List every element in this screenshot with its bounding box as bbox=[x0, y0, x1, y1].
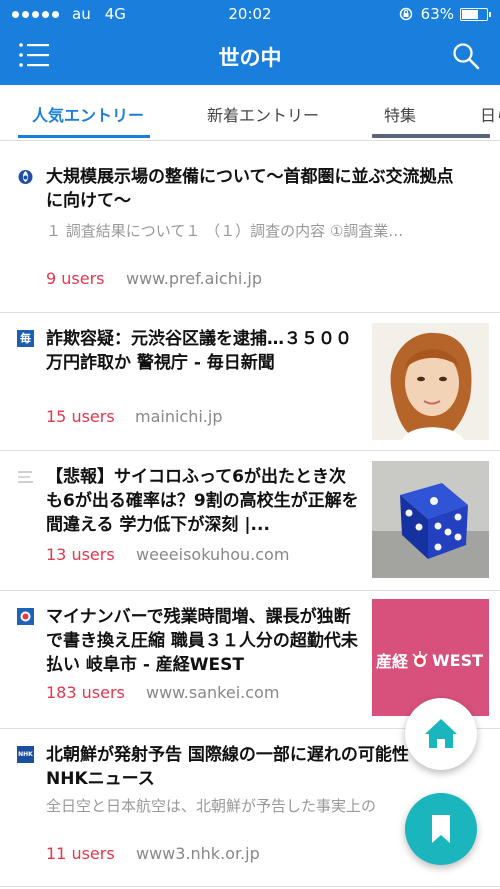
entry-thumbnail[interactable] bbox=[372, 323, 489, 440]
tab-features[interactable]: 特集 bbox=[384, 102, 416, 126]
bookmark-count[interactable]: 11 users bbox=[46, 844, 115, 863]
entry-snippet: １ 調査結果について１ （１）調査の内容 ①調査業… bbox=[46, 222, 404, 240]
battery-percent: 63% bbox=[420, 5, 454, 23]
bookmark-icon bbox=[432, 815, 450, 843]
bookmark-count[interactable]: 183 users bbox=[46, 683, 125, 702]
sankei-logo-icon bbox=[412, 651, 428, 667]
sankei-west-logo: 産経 WEST bbox=[376, 648, 483, 672]
battery-icon bbox=[460, 7, 491, 21]
thumbnail-edge bbox=[372, 134, 490, 138]
header-bar: 世の中 bbox=[0, 28, 500, 85]
entry-item[interactable]: 毎 詐欺容疑：元渋谷区議を逮捕…３５００万円詐取か 警視庁 - 毎日新聞 15 … bbox=[0, 312, 500, 451]
entry-domain: mainichi.jp bbox=[135, 407, 223, 426]
entry-item[interactable]: 【悲報】サイコロふって6が出たとき次も6が出る確率は？9割の高校生が正解を間違え… bbox=[0, 450, 500, 591]
bookmark-button[interactable] bbox=[405, 793, 477, 865]
rotation-lock-icon bbox=[399, 7, 412, 21]
category-tabs: 人気エントリー 新着エントリー 特集 日ら bbox=[0, 85, 500, 141]
entry-snippet: 全日空と日本航空は、北朝鮮が予告した事実上の bbox=[46, 797, 377, 815]
page-title: 世の中 bbox=[218, 46, 282, 70]
entry-thumbnail[interactable] bbox=[372, 461, 489, 578]
entry-domain: www.pref.aichi.jp bbox=[126, 269, 262, 288]
entry-domain: www.sankei.com bbox=[146, 683, 280, 702]
entry-domain: www3.nhk.or.jp bbox=[136, 844, 260, 863]
tab-popular-entries[interactable]: 人気エントリー bbox=[32, 102, 144, 126]
blog-icon bbox=[18, 471, 33, 483]
home-icon bbox=[425, 719, 457, 748]
logo-text-west: WEST bbox=[432, 650, 484, 670]
tab-partial[interactable]: 日ら bbox=[480, 102, 500, 126]
tab-new-entries[interactable]: 新着エントリー bbox=[207, 102, 319, 126]
home-button[interactable] bbox=[405, 698, 477, 770]
entry-title[interactable]: マイナンバーで残業時間増、課長が独断で書き換え圧縮 職員３１人分の超勤代未払い … bbox=[46, 605, 362, 677]
entry-title[interactable]: 北朝鮮が発射予告 国際線の一部に遅れの可能性 NHKニュース bbox=[46, 743, 426, 791]
status-bar: au 4G 20:02 63% bbox=[0, 0, 500, 28]
entry-title[interactable]: 詐欺容疑：元渋谷区議を逮捕…３５００万円詐取か 警視庁 - 毎日新聞 bbox=[46, 327, 362, 375]
bookmark-count[interactable]: 9 users bbox=[46, 269, 105, 288]
search-icon[interactable] bbox=[452, 42, 480, 70]
nhk-icon: NHK bbox=[17, 746, 34, 763]
portrait-photo bbox=[372, 323, 489, 440]
dice-photo bbox=[372, 461, 489, 578]
aichi-prefecture-icon bbox=[18, 170, 33, 184]
active-tab-indicator bbox=[18, 135, 150, 138]
entry-title[interactable]: 大規模展示場の整備について〜首都圏に並ぶ交流拠点に向けて〜 bbox=[46, 165, 466, 213]
bookmark-count[interactable]: 15 users bbox=[46, 407, 115, 426]
entry-item[interactable]: 大規模展示場の整備について〜首都圏に並ぶ交流拠点に向けて〜 １ 調査結果について… bbox=[0, 150, 500, 313]
entry-title[interactable]: 【悲報】サイコロふって6が出たとき次も6が出る確率は？9割の高校生が正解を間違え… bbox=[46, 465, 362, 537]
mainichi-icon: 毎 bbox=[17, 330, 34, 347]
sankei-icon bbox=[17, 608, 34, 625]
entry-domain: weeeisokuhou.com bbox=[136, 545, 290, 564]
logo-text-sankei: 産経 bbox=[376, 652, 409, 671]
bookmark-count[interactable]: 13 users bbox=[46, 545, 115, 564]
